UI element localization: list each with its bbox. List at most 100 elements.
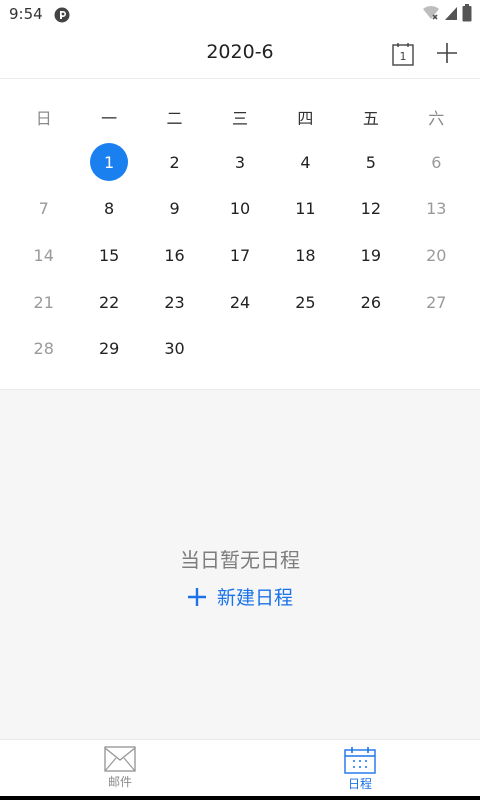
- battery-icon: [462, 4, 472, 26]
- calendar-day[interactable]: 22: [76, 279, 141, 326]
- weekday-sun: 日: [35, 109, 52, 128]
- day-number: 12: [360, 199, 382, 219]
- day-number: 17: [229, 245, 251, 265]
- wifi-icon: [422, 5, 440, 25]
- calendar-day[interactable]: 13: [404, 186, 469, 233]
- empty-schedule-text: 当日暂无日程: [180, 548, 300, 572]
- calendar-day[interactable]: 8: [76, 186, 141, 233]
- calendar-day[interactable]: 11: [273, 186, 338, 233]
- day-number: 16: [164, 245, 185, 265]
- calendar-day[interactable]: 15: [76, 232, 141, 279]
- calendar-header: 2020-6 1: [0, 30, 480, 79]
- new-event-label: 新建日程: [216, 587, 293, 609]
- weekday-tue: 二: [166, 109, 183, 128]
- weekday-wed: 三: [231, 109, 248, 128]
- day-number: 8: [104, 199, 115, 219]
- calendar-day[interactable]: 2: [142, 139, 207, 186]
- today-icon: 1: [392, 43, 414, 66]
- calendar-day[interactable]: 16: [142, 232, 207, 279]
- nav-item-calendar[interactable]: 日程: [240, 740, 480, 797]
- day-number: 15: [98, 245, 120, 265]
- calendar-day[interactable]: 12: [338, 186, 403, 233]
- status-bar: 9:54: [0, 0, 480, 30]
- day-number: 22: [98, 292, 120, 312]
- calendar-day[interactable]: 14: [11, 232, 76, 279]
- calendar-day[interactable]: 28: [11, 325, 76, 372]
- calendar-day[interactable]: 9: [142, 186, 207, 233]
- calendar-day[interactable]: 23: [142, 279, 207, 326]
- calendar-day[interactable]: 26: [338, 279, 403, 326]
- day-number: 27: [426, 292, 447, 312]
- day-number: 6: [431, 152, 442, 172]
- day-number: 18: [295, 245, 316, 265]
- day-number: 23: [164, 292, 185, 312]
- day-number: 4: [300, 152, 311, 172]
- calendar-day[interactable]: 17: [207, 232, 272, 279]
- nav-label-mail: 邮件: [107, 775, 132, 789]
- calendar-day[interactable]: 1: [76, 139, 141, 186]
- calendar-day[interactable]: 24: [207, 279, 272, 326]
- weekday-fri: 五: [362, 109, 379, 128]
- days-grid: 1 2 3 4 5 6 7 8 9 10 11 12 13 14 15 16 17 18 19 20 21 22 23 24 2…: [11, 139, 469, 372]
- app-notification-icon: [54, 7, 70, 23]
- empty-day-cell: [338, 325, 403, 372]
- weekday-sat: 六: [428, 109, 445, 128]
- calendar-day[interactable]: 18: [273, 232, 338, 279]
- calendar-day[interactable]: 30: [142, 325, 207, 372]
- plus-icon: [437, 43, 457, 63]
- month-calendar: 日 一 二 三 四 五 六 1 2 3 4 5 6 7 8 9 10 11 12 13 14 15 16 17 1…: [0, 79, 480, 390]
- day-number: 29: [98, 339, 120, 359]
- schedule-area: 当日暂无日程 新建日程: [0, 390, 480, 739]
- empty-day-cell: [273, 325, 338, 372]
- day-number: 25: [295, 292, 316, 312]
- day-number: 13: [426, 199, 447, 219]
- day-number: 28: [33, 339, 54, 359]
- calendar-day[interactable]: 7: [11, 186, 76, 233]
- add-event-button[interactable]: [432, 38, 462, 68]
- new-event-button[interactable]: 新建日程: [0, 583, 480, 610]
- calendar-day[interactable]: 25: [273, 279, 338, 326]
- day-number: 5: [365, 152, 376, 172]
- calendar-icon: [344, 747, 376, 774]
- day-number: 11: [295, 199, 316, 219]
- weekday-row: 日 一 二 三 四 五 六: [11, 107, 469, 131]
- plus-icon: [187, 587, 206, 606]
- day-number: 9: [169, 199, 180, 219]
- calendar-day[interactable]: 10: [207, 186, 272, 233]
- day-number: 14: [33, 245, 54, 265]
- day-number: 10: [229, 199, 251, 219]
- system-nav-bar: [0, 796, 480, 800]
- calendar-day[interactable]: 6: [404, 139, 469, 186]
- day-number: 7: [38, 199, 49, 219]
- day-number: 1: [90, 143, 129, 182]
- mail-icon: [104, 746, 136, 772]
- today-icon-number: 1: [400, 50, 407, 63]
- today-button[interactable]: 1: [389, 40, 417, 68]
- status-time: 9:54: [9, 5, 43, 23]
- weekday-thu: 四: [297, 109, 314, 128]
- calendar-day[interactable]: 4: [273, 139, 338, 186]
- signal-icon: [444, 5, 458, 25]
- day-number: 3: [234, 152, 246, 172]
- empty-day-cell: [404, 325, 469, 372]
- calendar-day[interactable]: 27: [404, 279, 469, 326]
- calendar-day[interactable]: 29: [76, 325, 141, 372]
- day-number: 30: [164, 339, 185, 359]
- day-number: 26: [360, 292, 382, 312]
- weekday-mon: 一: [101, 109, 118, 128]
- nav-item-mail[interactable]: 邮件: [0, 740, 240, 797]
- calendar-day[interactable]: 3: [207, 139, 272, 186]
- calendar-day[interactable]: 20: [404, 232, 469, 279]
- calendar-day[interactable]: 21: [11, 279, 76, 326]
- calendar-day[interactable]: 19: [338, 232, 403, 279]
- bottom-nav: 邮件 日程: [0, 739, 480, 797]
- empty-day-cell: [11, 139, 76, 186]
- calendar-day[interactable]: 5: [338, 139, 403, 186]
- day-number: 20: [426, 245, 447, 265]
- nav-label-calendar: 日程: [347, 777, 372, 791]
- day-number: 19: [360, 245, 382, 265]
- day-number: 2: [169, 152, 180, 172]
- day-number: 21: [33, 292, 54, 312]
- empty-day-cell: [207, 325, 272, 372]
- day-number: 24: [229, 292, 251, 312]
